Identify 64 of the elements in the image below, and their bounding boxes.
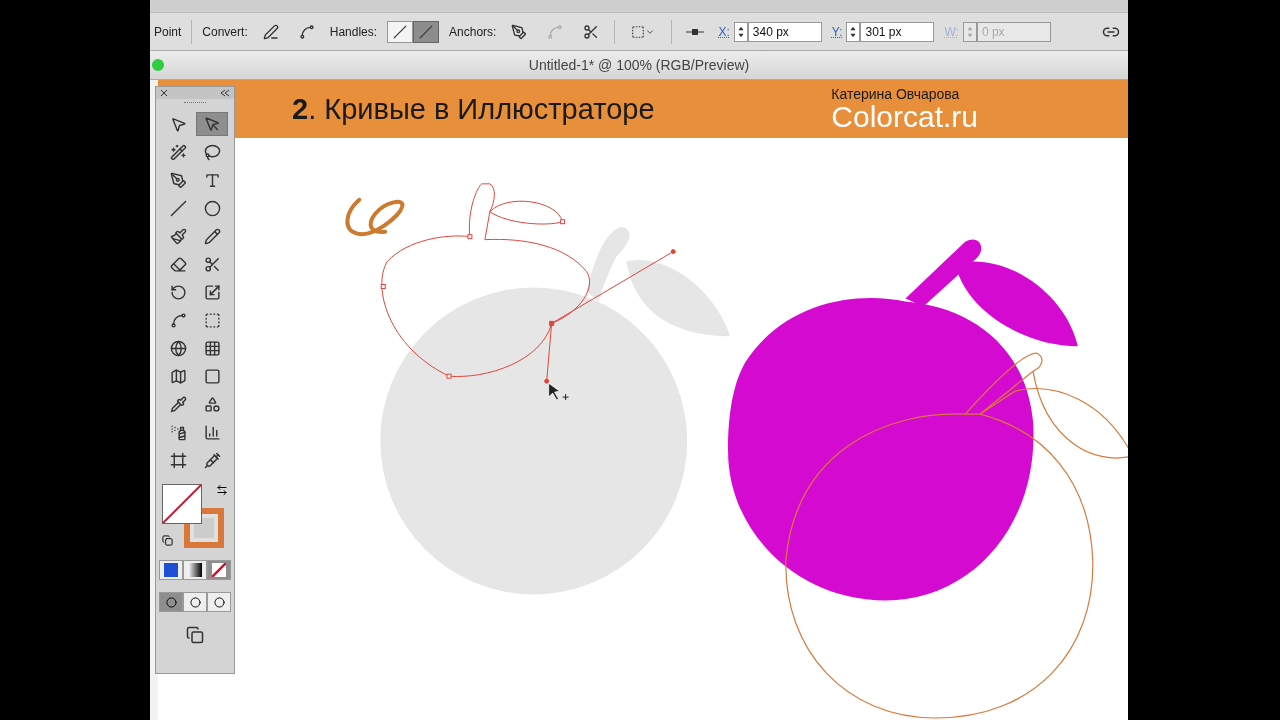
scissors-icon bbox=[203, 255, 221, 273]
line-icon bbox=[169, 199, 187, 217]
draw-mode-button[interactable] bbox=[207, 592, 231, 612]
line-with-point-icon bbox=[686, 28, 705, 35]
dashed-square-icon bbox=[631, 24, 646, 39]
lasso-icon bbox=[203, 143, 221, 161]
mode-label: Point bbox=[154, 24, 182, 39]
grid-icon bbox=[203, 339, 221, 357]
circle-icon bbox=[189, 596, 201, 608]
dashed-select-icon bbox=[203, 311, 221, 329]
hollow-arrow-icon bbox=[203, 115, 221, 133]
pencil-icon bbox=[203, 227, 221, 245]
overlapping-squares-icon bbox=[186, 626, 204, 644]
scissors-icon bbox=[583, 23, 600, 40]
color-mode-button[interactable] bbox=[159, 560, 183, 580]
curve-icon bbox=[298, 23, 315, 40]
handles-button[interactable] bbox=[387, 20, 414, 43]
shapes-icon bbox=[203, 395, 221, 413]
scale-icon bbox=[203, 283, 221, 301]
type-icon bbox=[203, 171, 221, 189]
curve-icon bbox=[547, 23, 564, 40]
fill-swatch[interactable] bbox=[162, 484, 202, 524]
anchors-label: Anchors: bbox=[449, 24, 497, 39]
spinner-icon[interactable] bbox=[846, 21, 861, 42]
coordinate-label: Y: bbox=[831, 24, 843, 39]
circle-icon bbox=[165, 596, 177, 608]
draw-mode-button[interactable] bbox=[183, 592, 207, 612]
site-name: Colorcat.ru bbox=[831, 102, 978, 132]
eyedropper-icon bbox=[169, 395, 187, 413]
eraser-icon bbox=[169, 255, 187, 273]
close-icon[interactable] bbox=[160, 89, 168, 97]
color-mode-button[interactable] bbox=[207, 560, 231, 580]
author-name: Катерина Овчарова bbox=[831, 86, 960, 102]
tool-button[interactable] bbox=[196, 112, 228, 136]
convert-label: Convert: bbox=[202, 24, 248, 39]
handle-line-icon bbox=[419, 24, 434, 39]
spray-can-icon bbox=[169, 423, 187, 441]
curve-icon bbox=[169, 311, 187, 329]
spinner-icon[interactable] bbox=[733, 21, 748, 42]
coordinate-label: X: bbox=[718, 24, 730, 39]
globe-icon bbox=[169, 339, 187, 357]
coordinate-label: W: bbox=[944, 24, 959, 39]
coordinate-field[interactable]: 301 px bbox=[860, 21, 935, 42]
brush-icon bbox=[169, 227, 187, 245]
rotate-icon bbox=[169, 283, 187, 301]
coordinate-field[interactable]: 340 px bbox=[747, 21, 822, 42]
magic-wand-icon bbox=[169, 143, 187, 161]
pen-icon bbox=[169, 171, 187, 189]
draw-mode-button[interactable] bbox=[159, 592, 183, 612]
pen-line-icon bbox=[262, 23, 279, 40]
pen-icon bbox=[511, 23, 528, 40]
handles-label: Handles: bbox=[329, 24, 378, 39]
bar-chart-icon bbox=[203, 423, 221, 441]
swap-icon[interactable] bbox=[216, 484, 228, 496]
color-mode-button[interactable] bbox=[183, 560, 207, 580]
document-title: Untitled-1* @ 100% (RGB/Preview) bbox=[528, 57, 750, 73]
handles-button[interactable] bbox=[413, 20, 440, 43]
arrow-icon bbox=[169, 115, 187, 133]
collapse-icon[interactable] bbox=[220, 89, 230, 97]
circle-icon bbox=[213, 596, 225, 608]
default-colors-icon[interactable] bbox=[162, 535, 173, 546]
lesson-title: 2. Кривые в Иллюстраторе bbox=[292, 92, 655, 126]
ellipse-icon bbox=[203, 199, 221, 217]
handle-line-icon bbox=[393, 24, 408, 39]
